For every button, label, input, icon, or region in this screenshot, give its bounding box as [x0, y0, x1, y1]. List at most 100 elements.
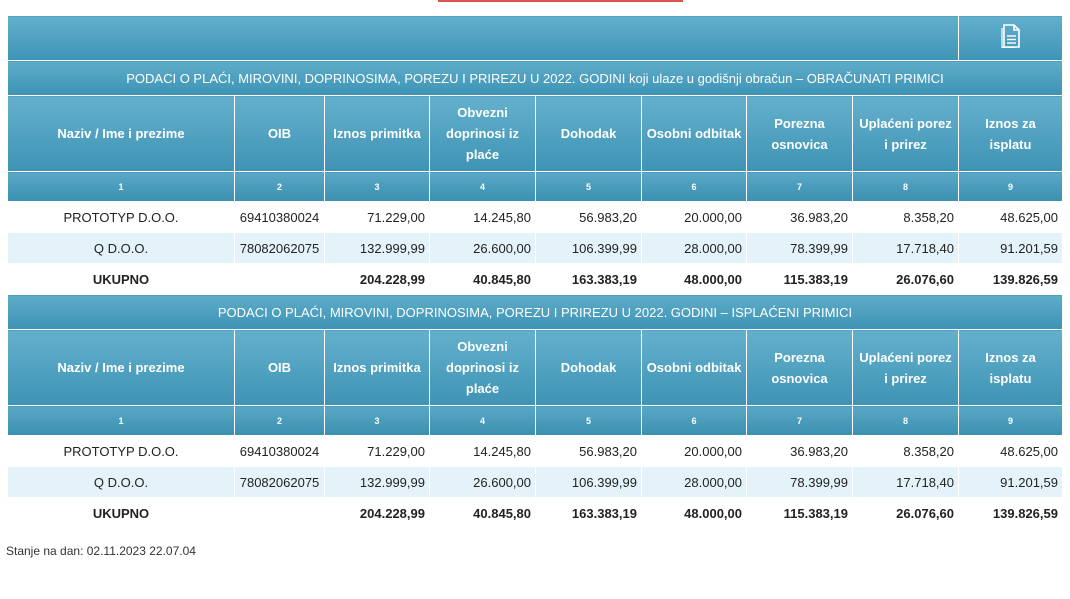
- export-document-button[interactable]: [958, 15, 1063, 61]
- oib-cell: 69410380024: [234, 435, 325, 467]
- amount-cell: 56.983,20: [535, 435, 642, 467]
- total-row: UKUPNO 204.228,99 40.845,80 163.383,19 48.00…: [7, 497, 1063, 529]
- amount-cell: 20.000,00: [641, 435, 747, 467]
- table-row: PROTOTYP D.O.O. 69410380024 71.229,00 14.24…: [7, 201, 1063, 233]
- total-row: UKUPNO 204.228,99 40.845,80 163.383,19 48.00…: [7, 263, 1063, 295]
- column-header: Naziv / Ime i prezime: [7, 95, 235, 172]
- amount-cell: 17.718,40: [852, 232, 959, 264]
- amount-cell: 36.983,20: [746, 435, 853, 467]
- total-amount-cell: 40.845,80: [429, 263, 536, 295]
- column-number: 3: [324, 171, 430, 202]
- amount-cell: 78.399,99: [746, 466, 853, 498]
- section-title-row: PODACI O PLAĆI, MIROVINI, DOPRINOSIMA, P…: [7, 60, 1063, 96]
- column-number: 4: [429, 405, 536, 436]
- column-header-row: Naziv / Ime i prezime OIB Iznos primitka Ob…: [7, 95, 1063, 172]
- total-amount-cell: 40.845,80: [429, 497, 536, 529]
- column-header: Iznos za isplatu: [958, 329, 1063, 406]
- column-header: Dohodak: [535, 95, 642, 172]
- column-number: 5: [535, 405, 642, 436]
- top-accent-bar: [438, 0, 683, 2]
- amount-cell: 8.358,20: [852, 435, 959, 467]
- column-number: 6: [641, 171, 747, 202]
- status-timestamp: Stanje na dan: 02.11.2023 22.07.04: [6, 544, 196, 558]
- column-header: OIB: [234, 95, 325, 172]
- column-header: Iznos za isplatu: [958, 95, 1063, 172]
- toolbar-row: [7, 15, 1063, 61]
- section-title-row: PODACI O PLAĆI, MIROVINI, DOPRINOSIMA, P…: [7, 294, 1063, 330]
- column-header: Porezna osnovica: [746, 329, 853, 406]
- amount-cell: 36.983,20: [746, 201, 853, 233]
- amount-cell: 17.718,40: [852, 466, 959, 498]
- total-label: UKUPNO: [7, 497, 235, 529]
- column-header: Dohodak: [535, 329, 642, 406]
- column-number-row: 123456789: [7, 405, 1063, 436]
- table-row: Q D.O.O. 78082062075 132.999,99 26.600,00 10…: [7, 232, 1063, 264]
- amount-cell: 106.399,99: [535, 232, 642, 264]
- report-container: PODACI O PLAĆI, MIROVINI, DOPRINOSIMA, P…: [7, 15, 1063, 529]
- table-row: PROTOTYP D.O.O. 69410380024 71.229,00 14.24…: [7, 435, 1063, 467]
- amount-cell: 26.600,00: [429, 232, 536, 264]
- total-amount-cell: 204.228,99: [324, 263, 430, 295]
- column-header: Obvezni doprinosi iz plaće: [429, 329, 536, 406]
- amount-cell: 28.000,00: [641, 232, 747, 264]
- total-amount-cell: 115.383,19: [746, 497, 853, 529]
- table-row: Q D.O.O. 78082062075 132.999,99 26.600,00 10…: [7, 466, 1063, 498]
- column-number: 9: [958, 405, 1063, 436]
- column-number: 4: [429, 171, 536, 202]
- column-number: 1: [7, 405, 235, 436]
- amount-cell: 20.000,00: [641, 201, 747, 233]
- column-number: 1: [7, 171, 235, 202]
- column-number-row: 123456789: [7, 171, 1063, 202]
- report-table: PODACI O PLAĆI, MIROVINI, DOPRINOSIMA, P…: [7, 15, 1063, 529]
- total-amount-cell: 139.826,59: [958, 263, 1063, 295]
- amount-cell: 28.000,00: [641, 466, 747, 498]
- column-header: Uplaćeni porez i prirez: [852, 95, 959, 172]
- column-number: 8: [852, 171, 959, 202]
- amount-cell: 56.983,20: [535, 201, 642, 233]
- amount-cell: 91.201,59: [958, 232, 1063, 264]
- amount-cell: 71.229,00: [324, 435, 430, 467]
- amount-cell: 71.229,00: [324, 201, 430, 233]
- total-amount-cell: 48.000,00: [641, 263, 747, 295]
- total-amount-cell: 204.228,99: [324, 497, 430, 529]
- amount-cell: 48.625,00: [958, 201, 1063, 233]
- column-header-row: Naziv / Ime i prezime OIB Iznos primitka Ob…: [7, 329, 1063, 406]
- amount-cell: 48.625,00: [958, 435, 1063, 467]
- total-amount-cell: 26.076,60: [852, 263, 959, 295]
- amount-cell: 26.600,00: [429, 466, 536, 498]
- column-number: 5: [535, 171, 642, 202]
- column-header: Iznos primitka: [324, 95, 430, 172]
- total-amount-cell: 163.383,19: [535, 497, 642, 529]
- payer-name-cell: PROTOTYP D.O.O.: [7, 201, 235, 233]
- total-amount-cell: 139.826,59: [958, 497, 1063, 529]
- column-number: 8: [852, 405, 959, 436]
- column-header: Uplaćeni porez i prirez: [852, 329, 959, 406]
- amount-cell: 132.999,99: [324, 466, 430, 498]
- column-number: 6: [641, 405, 747, 436]
- column-header: Osobni odbitak: [641, 329, 747, 406]
- total-amount-cell: [234, 263, 325, 295]
- column-header: Obvezni doprinosi iz plaće: [429, 95, 536, 172]
- amount-cell: 106.399,99: [535, 466, 642, 498]
- column-header: Osobni odbitak: [641, 95, 747, 172]
- column-number: 3: [324, 405, 430, 436]
- oib-cell: 78082062075: [234, 232, 325, 264]
- amount-cell: 91.201,59: [958, 466, 1063, 498]
- column-number: 7: [746, 171, 853, 202]
- section-title: PODACI O PLAĆI, MIROVINI, DOPRINOSIMA, P…: [7, 294, 1063, 330]
- column-number: 9: [958, 171, 1063, 202]
- column-number: 7: [746, 405, 853, 436]
- amount-cell: 78.399,99: [746, 232, 853, 264]
- payer-name-cell: Q D.O.O.: [7, 232, 235, 264]
- amount-cell: 132.999,99: [324, 232, 430, 264]
- total-label: UKUPNO: [7, 263, 235, 295]
- total-amount-cell: 115.383,19: [746, 263, 853, 295]
- payer-name-cell: Q D.O.O.: [7, 466, 235, 498]
- column-header: Iznos primitka: [324, 329, 430, 406]
- total-amount-cell: 48.000,00: [641, 497, 747, 529]
- column-header: Naziv / Ime i prezime: [7, 329, 235, 406]
- amount-cell: 14.245,80: [429, 435, 536, 467]
- document-icon: [1000, 23, 1021, 53]
- amount-cell: 8.358,20: [852, 201, 959, 233]
- column-header: OIB: [234, 329, 325, 406]
